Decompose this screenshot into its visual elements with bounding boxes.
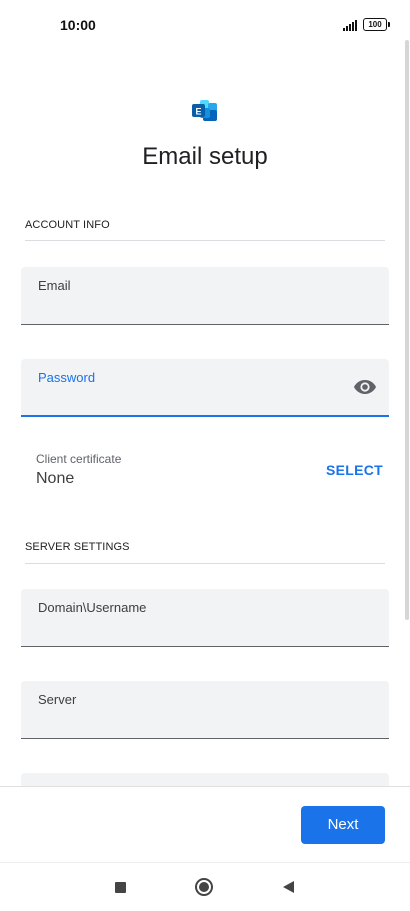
status-time: 10:00 <box>60 17 96 33</box>
client-certificate-label: Client certificate <box>36 452 122 466</box>
home-circle-icon[interactable] <box>195 878 213 896</box>
password-input[interactable] <box>38 392 339 409</box>
scrollbar[interactable] <box>405 40 409 620</box>
server-label: Server <box>38 692 77 707</box>
battery-level: 100 <box>368 20 382 29</box>
navigation-bar <box>0 862 410 911</box>
domain-username-label: Domain\Username <box>38 600 147 615</box>
bottom-action-bar: Next <box>0 786 410 862</box>
client-certificate-value: None <box>36 470 75 487</box>
account-info-header: ACCOUNT INFO <box>25 219 110 231</box>
email-field[interactable]: Email <box>21 267 389 325</box>
svg-text:E: E <box>195 107 201 117</box>
password-field[interactable]: Password <box>21 359 389 417</box>
back-triangle-icon[interactable] <box>283 881 294 893</box>
page-title: Email setup <box>142 143 268 170</box>
divider <box>25 240 385 241</box>
server-field[interactable]: Server <box>21 681 389 739</box>
password-label: Password <box>38 370 96 385</box>
divider <box>25 563 385 564</box>
select-certificate-button[interactable]: SELECT <box>326 462 383 478</box>
recents-square-icon[interactable] <box>115 882 126 893</box>
exchange-logo-icon: E <box>192 100 217 121</box>
status-bar: 10:00 100 <box>0 0 410 52</box>
server-settings-header: SERVER SETTINGS <box>25 541 130 553</box>
server-input[interactable] <box>38 715 339 732</box>
email-label: Email <box>38 278 71 293</box>
domain-username-input[interactable] <box>38 623 339 640</box>
domain-username-field[interactable]: Domain\Username <box>21 589 389 647</box>
battery-icon: 100 <box>363 18 390 31</box>
email-input[interactable] <box>38 301 339 318</box>
next-button[interactable]: Next <box>301 806 385 844</box>
eye-icon[interactable] <box>353 377 377 397</box>
signal-icon <box>343 19 359 31</box>
